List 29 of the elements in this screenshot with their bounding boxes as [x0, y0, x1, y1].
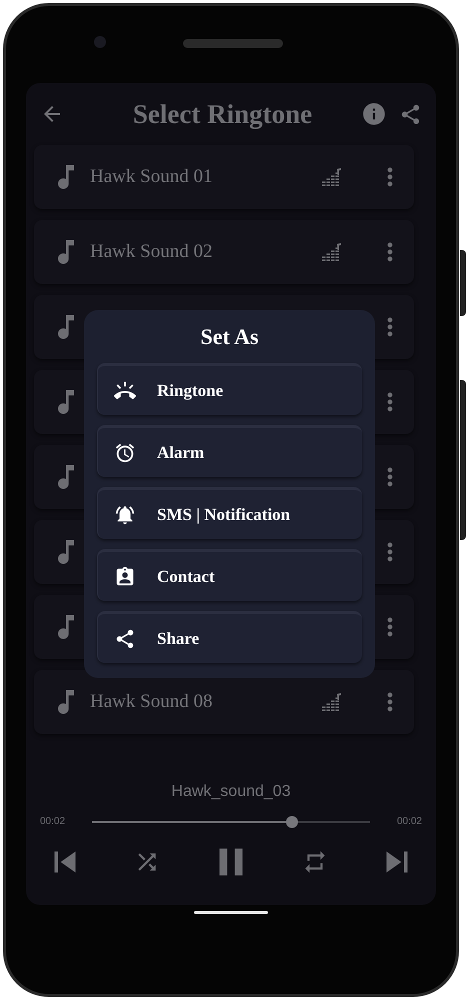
- set-as-option[interactable]: Alarm: [97, 425, 362, 477]
- dialog-title: Set As: [199, 323, 260, 351]
- set-as-option[interactable]: Contact: [97, 549, 362, 601]
- share-icon: [114, 628, 136, 650]
- equalizer-icon[interactable]: [322, 168, 342, 186]
- equalizer-icon[interactable]: [322, 693, 342, 711]
- info-icon[interactable]: [361, 101, 387, 127]
- ringing-phone-icon: [114, 380, 136, 402]
- set-as-option[interactable]: Share: [97, 611, 362, 663]
- sound-name: Hawk Sound 02: [90, 240, 212, 264]
- seek-bar[interactable]: [92, 816, 370, 828]
- set-as-option[interactable]: SMS | Notification: [97, 487, 362, 539]
- track-name: Hawk_sound_03: [171, 782, 291, 802]
- contact-card-icon: [114, 566, 136, 588]
- equalizer-icon[interactable]: [322, 243, 342, 261]
- bell-icon: [114, 504, 136, 526]
- sound-row[interactable]: Hawk Sound 01: [34, 145, 414, 209]
- camera: [94, 36, 106, 48]
- total-time: 00:02: [396, 815, 422, 829]
- sound-name: Hawk Sound 08: [90, 690, 212, 714]
- sound-row[interactable]: Hawk Sound 02: [34, 220, 414, 284]
- sound-name: Hawk Sound 01: [90, 164, 212, 189]
- elapsed-time: 00:02: [40, 815, 66, 829]
- seek-thumb[interactable]: [286, 816, 298, 828]
- share-icon[interactable]: [399, 102, 422, 126]
- alarm-clock-icon: [114, 442, 136, 464]
- sound-row[interactable]: Hawk Sound 08: [34, 670, 414, 734]
- set-as-option[interactable]: Ringtone: [97, 363, 362, 415]
- screen-title: Select Ringtone: [132, 98, 314, 131]
